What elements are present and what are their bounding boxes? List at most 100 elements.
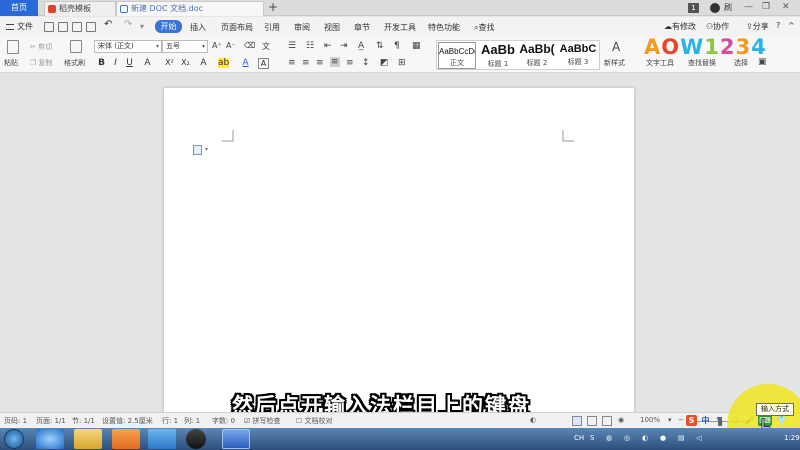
style-heading-3[interactable]: AaBbC 标题 3 (556, 42, 600, 69)
maximize-icon[interactable]: ❐ (762, 2, 770, 12)
superscript-icon[interactable]: X² (164, 58, 175, 67)
tray-volume-icon[interactable]: ◁ (696, 434, 701, 442)
taskbar-ie-icon[interactable] (36, 429, 64, 449)
tab-new-doc[interactable]: 新建 DOC 文档.doc (116, 1, 264, 16)
quick-open-icon[interactable] (58, 22, 68, 32)
taskbar-sogou-browser-icon[interactable] (148, 429, 176, 449)
border-icon[interactable]: ▦ (412, 41, 421, 51)
sogou-ime-icon[interactable]: S (686, 415, 697, 426)
tray-language[interactable]: CH (574, 434, 584, 442)
tab-review[interactable]: 审阅 (294, 22, 310, 33)
font-color-icon[interactable]: A (240, 58, 251, 68)
tray-app-icon[interactable]: ◎ (624, 434, 630, 442)
show-marks-icon[interactable]: ¶ (394, 41, 400, 51)
sort-icon[interactable]: ⇅ (376, 41, 384, 51)
outline-view-icon[interactable] (587, 416, 597, 426)
format-painter-button[interactable]: 格式刷 (64, 58, 85, 68)
italic-icon[interactable]: I (110, 58, 121, 68)
ime-punctuation-icon[interactable]: °, (714, 415, 725, 426)
chinese-layout-icon[interactable]: A̲ (358, 41, 364, 51)
paste-icon[interactable] (7, 40, 19, 54)
style-normal[interactable]: AaBbCcDd 正文 (438, 42, 476, 69)
align-right-icon[interactable]: ≡ (316, 58, 324, 68)
eye-protect-icon[interactable]: ◉ (618, 416, 624, 424)
spell-check-button[interactable]: ☑ 拼写检查 (244, 416, 281, 426)
status-pages[interactable]: 页面: 1/1 (36, 416, 66, 426)
page-view-icon[interactable] (572, 416, 582, 426)
ime-skin-icon[interactable]: 👕 (776, 415, 787, 426)
clear-format-icon[interactable]: ⌫ (244, 41, 255, 50)
quick-access-more-icon[interactable]: ▾ (140, 22, 144, 31)
tray-sogou-icon[interactable]: S (590, 434, 594, 442)
align-left-icon[interactable]: ≡ (288, 58, 296, 68)
status-row[interactable]: 行: 1 (162, 416, 178, 426)
tray-clock[interactable]: 1:29 (784, 434, 800, 442)
tab-special-features[interactable]: 特色功能 (428, 22, 460, 33)
tab-insert[interactable]: 插入 (190, 22, 206, 33)
text-tools-button[interactable]: 文字工具 (646, 58, 674, 68)
text-effect-icon[interactable]: A (198, 58, 209, 68)
file-menu[interactable]: 文件 (6, 21, 33, 32)
tab-home[interactable]: 首页 (0, 0, 38, 16)
increase-indent-icon[interactable]: ⇥ (340, 41, 348, 51)
tab-chapter[interactable]: 章节 (354, 22, 370, 33)
align-center-icon[interactable]: ≡ (302, 58, 310, 68)
style-heading-1[interactable]: AaBb 标题 1 (478, 42, 518, 69)
bullet-list-icon[interactable]: ☰ (288, 41, 296, 51)
distributed-icon[interactable]: ≡ (346, 58, 354, 68)
tab-view[interactable]: 视图 (324, 22, 340, 33)
quick-print-icon[interactable] (72, 22, 82, 32)
tab-home-ribbon[interactable]: 开始 (155, 20, 182, 33)
web-view-icon[interactable] (602, 416, 612, 426)
ime-chinese-mode[interactable]: 中 (700, 415, 711, 426)
tray-app-icon[interactable]: ◐ (642, 434, 648, 442)
quick-save-icon[interactable] (44, 22, 54, 32)
page-count-badge[interactable]: 1 (688, 3, 699, 13)
copy-button[interactable]: ❐ 复制 (30, 58, 53, 68)
taskbar-explorer-icon[interactable] (74, 429, 102, 449)
user-name[interactable]: 刷 (724, 2, 732, 13)
number-list-icon[interactable]: ☷ (306, 41, 314, 51)
doc-proofread-button[interactable]: ☐ 文档校对 (296, 416, 333, 426)
tab-developer[interactable]: 开发工具 (384, 22, 416, 33)
taskbar-qq-icon[interactable] (186, 429, 206, 449)
table-border-icon[interactable]: ⊞ (398, 58, 406, 68)
tab-docer-templates[interactable]: 稻壳模板 (44, 1, 116, 16)
close-icon[interactable]: ✕ (782, 2, 790, 12)
pinyin-guide-icon[interactable]: 文 (262, 41, 270, 52)
decrease-indent-icon[interactable]: ⇤ (324, 41, 332, 51)
has-changes-button[interactable]: ☁有修改 (664, 21, 696, 32)
status-column[interactable]: 列: 1 (184, 416, 200, 426)
bold-icon[interactable]: B (96, 58, 107, 68)
status-setting-value[interactable]: 设置值: 2.5厘米 (102, 416, 153, 426)
font-size-select[interactable]: 五号 ▾ (162, 40, 208, 53)
subscript-icon[interactable]: X₂ (180, 58, 191, 67)
search-box[interactable]: ⌕查找 (474, 22, 494, 33)
new-style-icon[interactable]: A (612, 40, 620, 54)
shading-icon[interactable]: ◩ (380, 58, 389, 68)
cut-button[interactable]: ✂ 剪切 (30, 42, 52, 52)
paste-button[interactable]: 粘贴 (4, 58, 18, 68)
underline-icon[interactable]: U (124, 58, 135, 68)
focus-mode-icon[interactable]: ◐ (530, 416, 536, 424)
help-icon[interactable]: ? (776, 21, 780, 30)
quick-preview-icon[interactable] (86, 22, 96, 32)
style-heading-2[interactable]: AaBb( 标题 2 (518, 42, 556, 69)
font-name-select[interactable]: 宋体 (正文) ▾ (94, 40, 162, 53)
minimize-icon[interactable]: — (744, 2, 753, 12)
tray-app-icon[interactable]: ◍ (606, 434, 612, 442)
chevron-down-icon[interactable]: ▾ (205, 146, 208, 153)
grow-font-icon[interactable]: A⁺ (212, 41, 222, 50)
line-spacing-icon[interactable]: ↕ (362, 58, 370, 68)
start-button[interactable] (4, 429, 24, 449)
tray-app-icon[interactable]: ● (660, 434, 666, 442)
collaborate-button[interactable]: ⚇协作 (706, 21, 729, 32)
paragraph-marker-icon[interactable] (193, 145, 202, 155)
status-word-count[interactable]: 字数: 0 (212, 416, 235, 426)
avatar[interactable] (710, 3, 720, 13)
select-button[interactable]: 选择 (734, 58, 748, 68)
taskbar-media-player-icon[interactable] (112, 429, 140, 449)
tray-network-icon[interactable]: ▤ (678, 434, 685, 442)
new-style-button[interactable]: 新样式 (604, 58, 625, 68)
status-page-number[interactable]: 页码: 1 (4, 416, 27, 426)
